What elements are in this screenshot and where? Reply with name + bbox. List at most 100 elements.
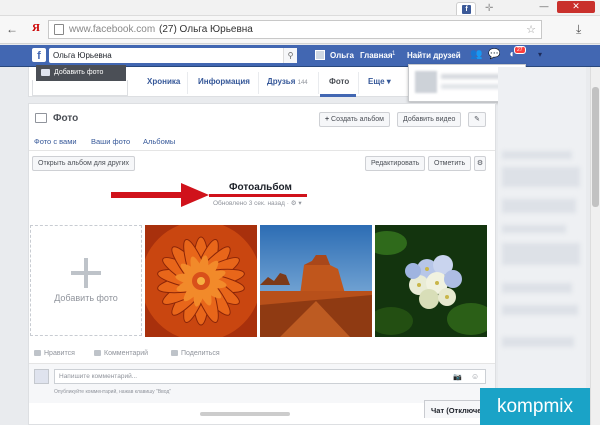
facebook-logo-icon[interactable]: f: [32, 48, 46, 62]
tab-friends[interactable]: Друзья 144: [267, 77, 308, 86]
tab-divider: [258, 72, 259, 94]
close-window-button[interactable]: ✕: [557, 1, 595, 13]
home-link[interactable]: Главная: [360, 51, 393, 60]
desert-photo: [260, 225, 372, 337]
share-label: Поделиться: [181, 350, 220, 357]
page-icon: [54, 24, 64, 35]
red-arrow-icon: [111, 183, 209, 207]
thumbs-up-icon: [34, 350, 41, 357]
settings-dropdown-icon[interactable]: ▾: [538, 50, 542, 59]
share-icon: [171, 350, 178, 357]
camera-icon: [41, 69, 50, 76]
blurred-text-line: [502, 151, 572, 159]
subtab-photos-with-you[interactable]: Фото с вами: [34, 137, 77, 146]
edit-icon[interactable]: ✎: [468, 112, 486, 127]
address-bar: ← Я www.facebook.com (27) Ольга Юрьевна …: [0, 16, 600, 44]
blurred-block: [502, 243, 580, 265]
comment-button[interactable]: Комментарий: [94, 350, 148, 357]
edit-album-button[interactable]: Редактировать: [365, 156, 426, 171]
tab-chronicle[interactable]: Хроника: [147, 77, 180, 86]
star-icon[interactable]: ☆: [526, 23, 536, 36]
album-updated: Обновлено 3 сек. назад · ⚙ ▾: [213, 200, 302, 207]
arrow-left-icon[interactable]: ←: [6, 22, 18, 36]
comment-icon: [94, 350, 101, 357]
tab-info[interactable]: Информация: [198, 77, 250, 86]
actions-row: Нравится Комментарий Поделиться: [29, 347, 495, 361]
subtab-your-photos[interactable]: Ваши фото: [91, 137, 130, 146]
blurred-avatar: [415, 71, 437, 93]
gear-icon[interactable]: ⚙: [474, 156, 486, 171]
tab-divider: [318, 72, 319, 94]
add-photo-tile[interactable]: Добавить фото: [30, 225, 142, 336]
like-button[interactable]: Нравится: [34, 350, 75, 357]
share-button[interactable]: Поделиться: [171, 350, 220, 357]
yandex-button[interactable]: Я: [32, 22, 40, 34]
blurred-text-line: [502, 305, 578, 315]
blurred-text-line: [502, 283, 572, 293]
friends-count: 144: [297, 80, 308, 86]
tab-divider: [187, 72, 188, 94]
add-profile-photo-button[interactable]: Добавить фото: [36, 65, 126, 81]
open-album-button[interactable]: Открыть альбом для других: [32, 156, 135, 171]
tab-divider: [358, 72, 359, 94]
comment-area: Напишите комментарий... 📷 ☺ Опубликуйте …: [29, 363, 495, 403]
photos-title: Фото: [53, 113, 79, 124]
photo-thumbnail[interactable]: [145, 225, 257, 337]
photos-icon: [35, 113, 47, 123]
tab-photos[interactable]: Фото: [329, 77, 349, 86]
hydrangea-photo: [375, 225, 487, 337]
url-input[interactable]: www.facebook.com (27) Ольга Юрьевна ☆: [48, 20, 542, 39]
horizontal-scrollbar[interactable]: [200, 412, 290, 416]
minimize-button[interactable]: —: [535, 1, 553, 13]
page-scrollbar[interactable]: [590, 67, 600, 425]
camera-icon[interactable]: 📷: [453, 373, 462, 381]
blurred-text-line: [502, 337, 574, 347]
add-video-button[interactable]: Добавить видео: [397, 112, 462, 127]
comment-placeholder: Напишите комментарий...: [59, 373, 138, 380]
page-title: (27) Ольга Юрьевна: [159, 24, 253, 35]
divider: [29, 150, 495, 151]
search-icon[interactable]: ⚲: [283, 48, 297, 63]
search-input[interactable]: Ольга Юрьевна: [49, 48, 297, 63]
plus-icon: +: [325, 116, 330, 123]
blurred-text-line: [502, 225, 566, 233]
profile-picture-frame: [32, 80, 128, 96]
comment-input[interactable]: Напишите комментарий... 📷 ☺: [54, 369, 486, 384]
smile-icon[interactable]: ☺: [471, 372, 479, 381]
right-sidebar: [498, 67, 586, 425]
avatar[interactable]: [315, 50, 325, 60]
notifications-badge: 27: [514, 46, 526, 54]
friend-requests-icon[interactable]: 👥: [470, 49, 483, 61]
url-text: www.facebook.com: [69, 24, 156, 35]
blurred-block: [502, 199, 576, 213]
browser-tab[interactable]: f: [456, 2, 476, 15]
messages-icon[interactable]: 💬: [488, 49, 501, 61]
like-label: Нравится: [44, 350, 75, 357]
home-count-badge: 1: [392, 51, 396, 57]
add-photo-label: Добавить фото: [54, 293, 118, 303]
album-title[interactable]: Фотоальбом: [229, 182, 292, 193]
browser-tab-strip: f ✛ — ✕: [0, 0, 600, 16]
download-icon[interactable]: ⤓: [576, 22, 581, 37]
photo-thumbnail[interactable]: [260, 225, 372, 337]
scrollbar-thumb[interactable]: [592, 87, 599, 207]
tag-button[interactable]: Отметить: [428, 156, 472, 171]
user-name-link[interactable]: Ольга: [330, 51, 354, 60]
watermark-logo: kompmix: [480, 388, 590, 425]
comment-label: Комментарий: [104, 350, 149, 357]
plus-icon: [84, 258, 88, 288]
comment-hint: Опубликуйте комментарий, нажав клавишу "…: [54, 389, 172, 395]
photo-thumbnail[interactable]: [375, 225, 487, 337]
subtab-albums[interactable]: Альбомы: [143, 137, 175, 146]
active-tab-indicator: [320, 94, 356, 97]
new-tab-icon[interactable]: ✛: [485, 3, 493, 14]
tab-more[interactable]: Еще ▾: [368, 77, 391, 86]
highlight-underline: [209, 194, 307, 197]
blurred-text-line: [441, 74, 501, 79]
photos-panel: Фото + Создать альбом Добавить видео ✎ Ф…: [28, 103, 496, 425]
find-friends-link[interactable]: Найти друзей: [407, 51, 461, 60]
create-album-button[interactable]: + Создать альбом: [319, 112, 390, 127]
tab-friends-label: Друзья: [267, 77, 296, 86]
create-album-label: Создать альбом: [331, 116, 384, 123]
add-profile-photo-label: Добавить фото: [54, 69, 104, 76]
